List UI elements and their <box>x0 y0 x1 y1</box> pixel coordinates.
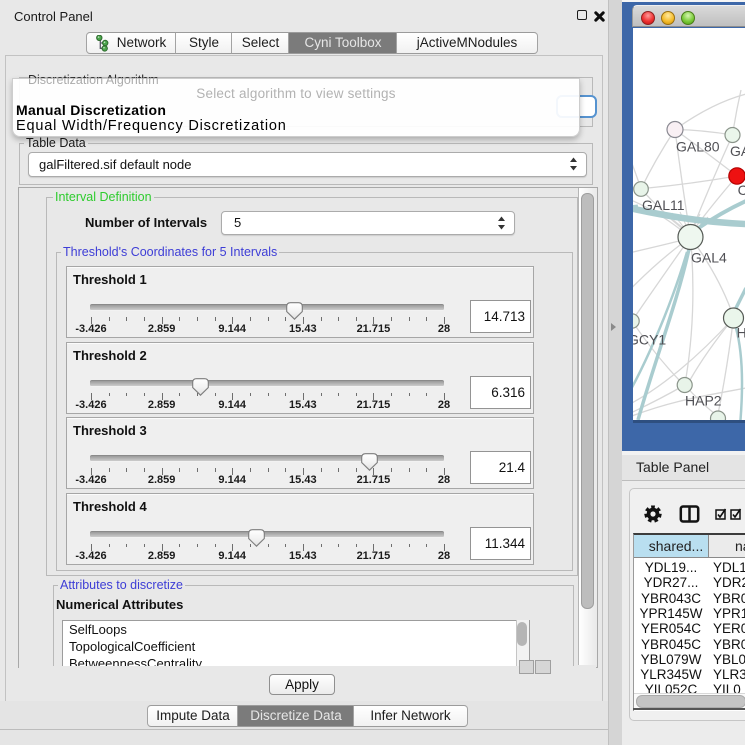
svg-text:GAL: GAL <box>730 143 745 159</box>
svg-text:H: H <box>737 325 745 341</box>
svg-text:GAL80: GAL80 <box>676 139 720 155</box>
svg-text:HAP2: HAP2 <box>685 393 722 409</box>
svg-text:GAL11: GAL11 <box>642 197 685 213</box>
svg-text:GCY1: GCY1 <box>633 332 666 348</box>
svg-text:GAL4: GAL4 <box>691 250 727 266</box>
svg-text:C: C <box>738 182 745 198</box>
